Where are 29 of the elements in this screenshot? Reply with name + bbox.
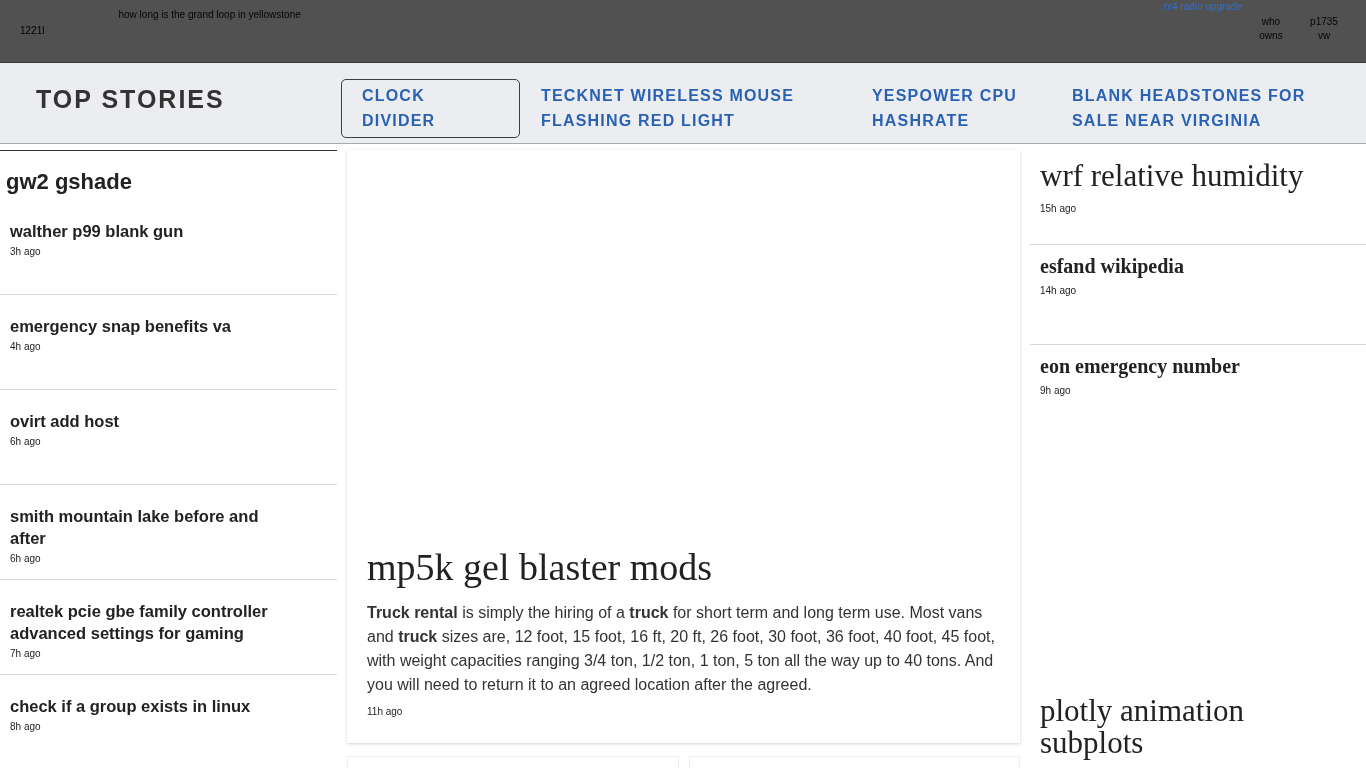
story-time: 7h ago (10, 647, 41, 661)
featured-title[interactable]: mp5k gel blaster mods (367, 545, 713, 589)
story-time: 14h ago (1040, 284, 1077, 298)
nav-link[interactable]: TECKNET WIRELESS MOUSE FLASHING RED LIGHT (520, 79, 851, 138)
story-time: 11h ago (367, 705, 403, 719)
code-text: 1221l (20, 25, 45, 37)
nav-link[interactable]: BLANK HEADSTONES FOR SALE NEAR VIRGINIA (1051, 79, 1345, 138)
sidebar-heading: gw2 gshade (5, 168, 133, 196)
story-time: 15h ago (1040, 202, 1077, 216)
nav-link[interactable]: CLOCK DIVIDER (341, 79, 520, 138)
story-time: 9h ago (1040, 384, 1071, 398)
story-time: 4h ago (10, 340, 41, 354)
story-time: 6h ago (10, 552, 41, 566)
story-time: 3h ago (10, 245, 41, 259)
story-time: 6h ago (10, 435, 41, 449)
nav-link[interactable]: YESPOWER CPU HASHRATE (851, 79, 1051, 138)
story-link[interactable]: check if a group exists in linux (10, 695, 251, 717)
story-link[interactable]: walther p99 blank gun (10, 220, 184, 242)
story-link[interactable]: realtek pcie gbe family controller advanced settings for gaming (10, 600, 290, 644)
story-link[interactable]: plotly animation subplots (1040, 695, 1320, 759)
story-link[interactable]: emergency snap benefits va (10, 315, 231, 337)
featured-summary: Truck rental is simply the hiring of a truck for short term and long term use. Most vans and truck sizes are, 12 foot, 15 foot, 16 ft, 20 ft, 26 foot, 30 foot, 36 foot, 40 foot, 45 foot, with weight capacities ranging 3/4 ton, 1/2 ton, 1 ton, 5 ton all the way up to 40 tons. And you will need to return it to an agreed location after the agreed. (367, 603, 996, 695)
story-link[interactable]: esfand wikipedia (1040, 253, 1184, 279)
story-time: 8h ago (10, 720, 41, 734)
section-title: TOP STORIES (36, 84, 226, 115)
story-link[interactable]: smith mountain lake before and after (10, 505, 290, 549)
story-link[interactable]: eon emergency number (1040, 353, 1240, 379)
story-link[interactable]: ovirt add host (10, 410, 120, 432)
story-link[interactable]: wrf relative humidity (1040, 159, 1304, 193)
